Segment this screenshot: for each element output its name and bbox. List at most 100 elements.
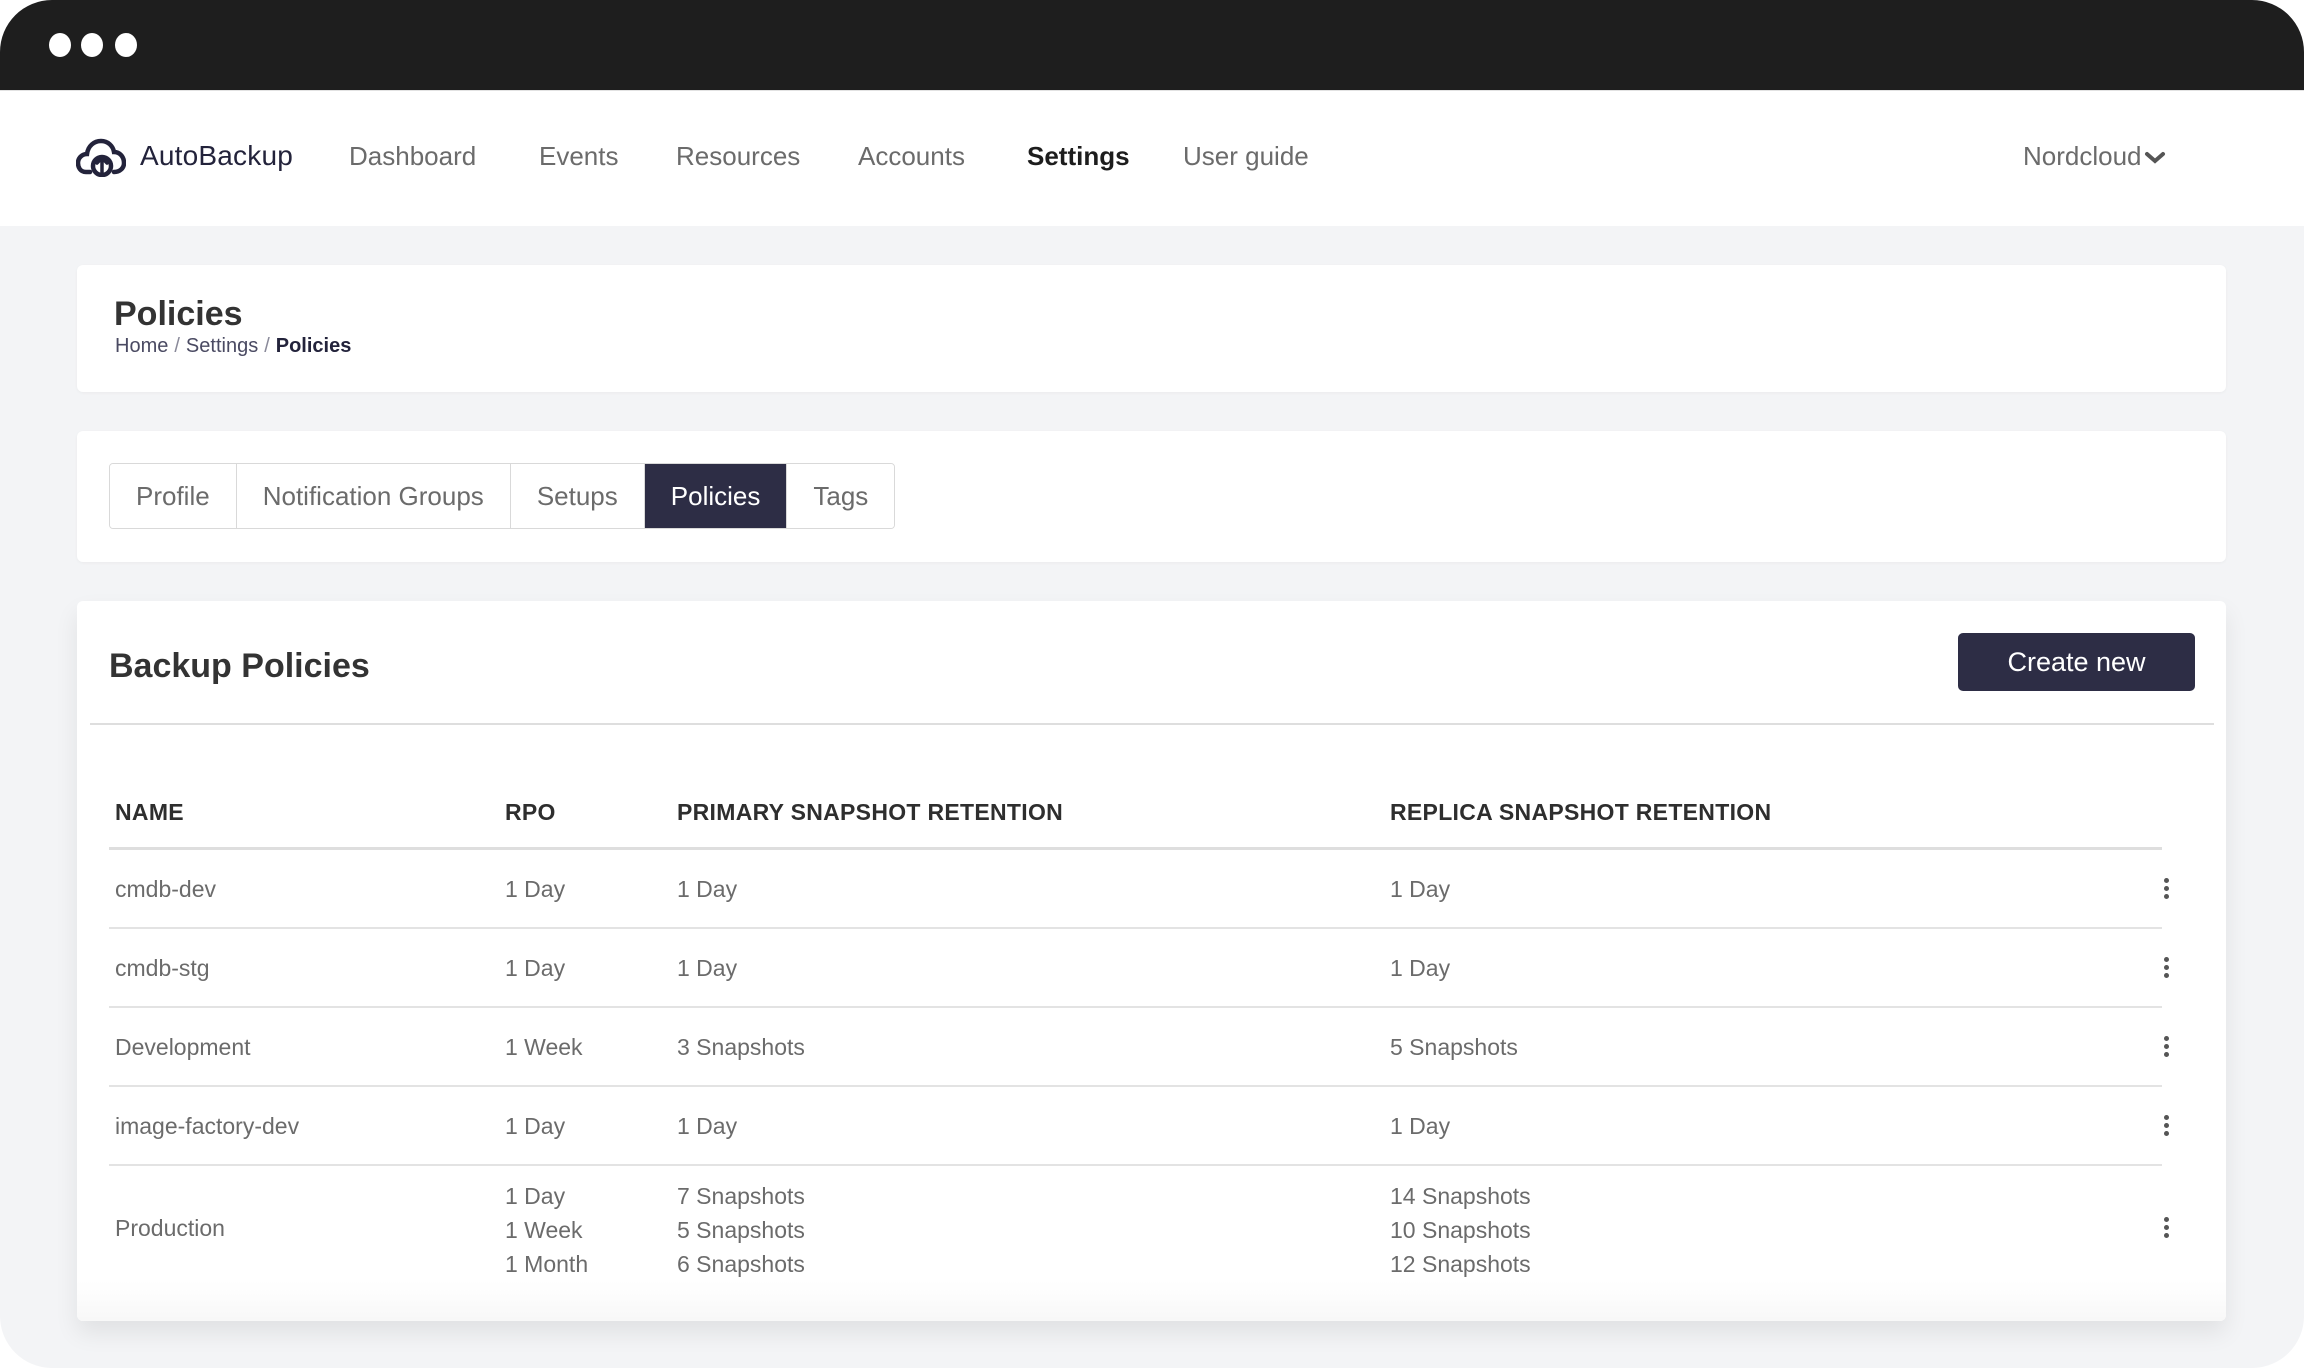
- policy-rpo: 1 Day 1 Week 1 Month: [505, 1179, 588, 1281]
- create-new-button[interactable]: Create new: [1958, 633, 2195, 691]
- policy-rpo: 1 Day: [505, 1109, 565, 1143]
- column-header-rpo[interactable]: RPO: [505, 799, 556, 826]
- scroll-fade: [77, 1281, 2226, 1321]
- page-header-card: Policies Home / Settings / Policies: [77, 265, 2226, 392]
- policy-primary-retention-value: 1 Day: [677, 876, 738, 902]
- policy-primary-retention-value: 1 Day: [677, 955, 738, 981]
- policy-name: image-factory-dev: [115, 1109, 299, 1143]
- brand-name[interactable]: AutoBackup: [140, 140, 293, 172]
- nav-link-accounts[interactable]: Accounts: [858, 141, 965, 172]
- kebab-menu-icon[interactable]: [2161, 878, 2171, 900]
- policy-primary-retention: 7 Snapshots 5 Snapshots 6 Snapshots: [677, 1179, 805, 1281]
- policies-table: NAME RPO PRIMARY SNAPSHOT RETENTION REPL…: [109, 771, 2169, 1291]
- policy-name-text[interactable]: Production: [115, 1215, 225, 1241]
- column-header-name[interactable]: NAME: [115, 799, 184, 826]
- policy-replica-retention-value: 14 Snapshots: [1390, 1183, 1531, 1209]
- policy-rpo-value: 1 Day: [505, 955, 566, 981]
- tab-notification-groups[interactable]: Notification Groups: [236, 464, 511, 528]
- policy-primary-retention-value: 6 Snapshots: [677, 1251, 805, 1277]
- column-header-replica-retention[interactable]: REPLICA SNAPSHOT RETENTION: [1390, 799, 1771, 826]
- top-navbar: AutoBackup Dashboard Events Resources Ac…: [0, 90, 2304, 226]
- chevron-down-icon: [2144, 152, 2165, 164]
- kebab-menu-icon[interactable]: [2161, 1217, 2171, 1239]
- nav-link-events[interactable]: Events: [539, 141, 619, 172]
- policy-replica-retention-value: 1 Day: [1390, 955, 1451, 981]
- breadcrumb-current: Policies: [275, 335, 352, 357]
- page-title: Policies: [114, 295, 243, 333]
- policy-primary-retention: 3 Snapshots: [677, 1030, 805, 1064]
- nav-link-settings[interactable]: Settings: [1027, 141, 1130, 172]
- policy-name: Production: [115, 1211, 225, 1245]
- cloud-upload-icon[interactable]: [76, 137, 126, 177]
- breadcrumb-separator: /: [264, 335, 270, 357]
- policy-replica-retention-value: 1 Day: [1390, 876, 1451, 902]
- policy-primary-retention: 1 Day: [677, 1109, 737, 1143]
- breadcrumb: Home / Settings / Policies: [115, 335, 351, 358]
- app-window: AutoBackup Dashboard Events Resources Ac…: [0, 0, 2304, 1368]
- table-header: NAME RPO PRIMARY SNAPSHOT RETENTION REPL…: [109, 771, 2162, 850]
- nav-link-resources[interactable]: Resources: [676, 141, 800, 172]
- kebab-menu-icon[interactable]: [2161, 957, 2171, 979]
- policy-rpo-value: 1 Month: [505, 1251, 589, 1277]
- tab-tags[interactable]: Tags: [787, 464, 895, 528]
- policy-rpo-value: 1 Day: [505, 1183, 566, 1209]
- policy-replica-retention: 5 Snapshots: [1390, 1030, 1518, 1064]
- policy-rpo: 1 Day: [505, 872, 565, 906]
- tab-profile[interactable]: Profile: [110, 464, 237, 528]
- window-control-dot[interactable]: [49, 33, 71, 57]
- policy-rpo-value: 1 Week: [505, 1217, 583, 1243]
- policy-replica-retention: 14 Snapshots 10 Snapshots 12 Snapshots: [1390, 1179, 1531, 1281]
- policy-primary-retention: 1 Day: [677, 951, 737, 985]
- policy-replica-retention: 1 Day: [1390, 872, 1450, 906]
- section-title: Backup Policies: [109, 647, 370, 685]
- kebab-menu-icon[interactable]: [2161, 1036, 2171, 1058]
- policy-primary-retention-value: 1 Day: [677, 1113, 738, 1139]
- breadcrumb-separator: /: [174, 335, 180, 357]
- policy-name: cmdb-stg: [115, 951, 210, 985]
- policy-primary-retention-value: 5 Snapshots: [677, 1217, 805, 1243]
- policy-replica-retention: 1 Day: [1390, 951, 1450, 985]
- table-body: cmdb-dev 1 Day 1 Day 1 Day cmdb-stg 1 Day 1 Da…: [109, 850, 2169, 1291]
- tab-policies[interactable]: Policies: [644, 464, 788, 528]
- table-row[interactable]: cmdb-dev 1 Day 1 Day 1 Day: [109, 850, 2169, 929]
- table-row[interactable]: Development 1 Week 3 Snapshots 5 Snapshots: [109, 1008, 2169, 1087]
- settings-tabs-card: Profile Notification Groups Setups Polic…: [77, 431, 2226, 562]
- kebab-menu-icon[interactable]: [2161, 1115, 2171, 1137]
- policy-rpo-value: 1 Week: [505, 1034, 583, 1060]
- account-menu[interactable]: Nordcloud: [2023, 141, 2166, 172]
- policy-replica-retention-value: 5 Snapshots: [1390, 1034, 1518, 1060]
- policy-name: cmdb-dev: [115, 872, 216, 906]
- breadcrumb-home[interactable]: Home: [115, 335, 168, 357]
- policy-replica-retention: 1 Day: [1390, 1109, 1450, 1143]
- policy-name: Development: [115, 1030, 251, 1064]
- policy-name-text[interactable]: Development: [115, 1034, 251, 1060]
- window-control-dot[interactable]: [115, 33, 137, 57]
- breadcrumb-settings[interactable]: Settings: [186, 335, 258, 357]
- tab-setups[interactable]: Setups: [510, 464, 645, 528]
- policy-replica-retention-value: 1 Day: [1390, 1113, 1451, 1139]
- policy-rpo-value: 1 Day: [505, 1113, 566, 1139]
- policy-name-text[interactable]: cmdb-dev: [115, 876, 216, 902]
- settings-tabs: Profile Notification Groups Setups Polic…: [109, 463, 896, 529]
- section-divider: [90, 723, 2214, 725]
- policy-primary-retention-value: 3 Snapshots: [677, 1034, 805, 1060]
- column-header-primary-retention[interactable]: PRIMARY SNAPSHOT RETENTION: [677, 799, 1063, 826]
- backup-policies-card: Backup Policies Create new NAME RPO PRIM…: [77, 601, 2226, 1321]
- nav-link-dashboard[interactable]: Dashboard: [349, 141, 476, 172]
- policy-name-text[interactable]: cmdb-stg: [115, 955, 210, 981]
- table-row[interactable]: cmdb-stg 1 Day 1 Day 1 Day: [109, 929, 2169, 1008]
- policy-replica-retention-value: 12 Snapshots: [1390, 1251, 1531, 1277]
- account-name: Nordcloud: [2023, 141, 2142, 171]
- policy-primary-retention: 1 Day: [677, 872, 737, 906]
- window-control-dot[interactable]: [81, 33, 103, 57]
- policy-rpo-value: 1 Day: [505, 876, 566, 902]
- policy-primary-retention-value: 7 Snapshots: [677, 1183, 805, 1209]
- policy-rpo: 1 Week: [505, 1030, 583, 1064]
- policy-rpo: 1 Day: [505, 951, 565, 985]
- policy-replica-retention-value: 10 Snapshots: [1390, 1217, 1531, 1243]
- policy-name-text[interactable]: image-factory-dev: [115, 1113, 299, 1139]
- window-titlebar: [0, 0, 2304, 90]
- table-row[interactable]: image-factory-dev 1 Day 1 Day 1 Day: [109, 1087, 2169, 1166]
- nav-link-user-guide[interactable]: User guide: [1183, 141, 1309, 172]
- table-row[interactable]: Production 1 Day 1 Week 1 Month 7 Snapshots 5…: [109, 1166, 2169, 1291]
